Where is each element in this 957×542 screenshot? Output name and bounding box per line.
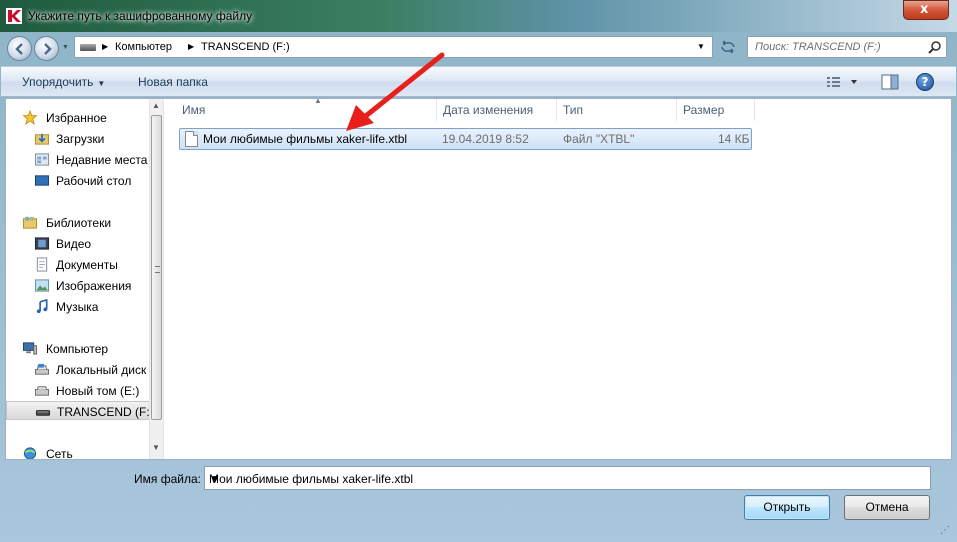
nav-item-documents[interactable]: Документы (6, 255, 151, 274)
drive-icon (80, 44, 96, 51)
computer-icon (22, 342, 38, 355)
back-arrow-icon (15, 43, 23, 55)
column-size-label: Размер (683, 103, 725, 117)
breadcrumb-separator-icon: ▶ (102, 42, 109, 51)
nav-item-pictures[interactable]: Изображения (6, 276, 151, 295)
file-type: Файл "XTBL" (563, 132, 635, 146)
refresh-icon[interactable] (716, 37, 740, 57)
filename-dropdown-icon[interactable]: ▼ (209, 472, 925, 486)
close-button[interactable]: x (903, 0, 949, 20)
breadcrumb-transcend[interactable]: TRANSCEND (F:) (201, 41, 290, 53)
cancel-button[interactable]: Отмена (844, 495, 930, 520)
close-icon: x (920, 2, 929, 17)
nav-libraries[interactable]: Библиотеки (6, 213, 151, 232)
command-bar: Упорядочить ▼ Новая папка ? (1, 66, 956, 97)
title-bar[interactable]: Укажите путь к зашифрованному файлу x (0, 0, 957, 32)
column-name-label: Имя (182, 103, 206, 117)
nav-item-label: Загрузки (56, 132, 105, 146)
resize-grip-icon[interactable]: ⋰ (940, 525, 950, 536)
red-annotation-arrow-icon (346, 52, 445, 131)
nav-item-label: Локальный диск (56, 363, 147, 377)
nav-item-label: Новый том (E:) (56, 384, 140, 398)
organize-label: Упорядочить (22, 75, 94, 89)
new-folder-label: Новая папка (138, 75, 208, 89)
navigation-pane: Избранное Загрузки Недавние места Рабочи… (6, 99, 151, 459)
nav-item-label: Музыка (56, 300, 99, 314)
open-button[interactable]: Открыть (744, 495, 830, 520)
video-icon (34, 237, 50, 250)
nav-item-label: Изображения (56, 279, 132, 293)
nav-item-label: TRANSCEND (F:) (57, 405, 151, 419)
search-icon[interactable] (928, 40, 942, 54)
nav-libraries-label: Библиотеки (46, 216, 112, 230)
nav-item-label: Видео (56, 237, 92, 251)
nav-scrollbar[interactable]: ▲ ▼ (149, 99, 163, 459)
network-icon (23, 447, 37, 459)
nav-item-label: Документы (56, 258, 118, 272)
dialog-window: Укажите путь к зашифрованному файлу x ▼ … (0, 0, 957, 542)
filename-label: Имя файла: (134, 472, 201, 486)
music-icon (36, 299, 48, 314)
breadcrumb-separator-icon: ▶ (188, 42, 195, 51)
nav-item-music[interactable]: Музыка (6, 297, 151, 316)
nav-computer-label: Компьютер (46, 342, 109, 356)
nav-item-transcend[interactable]: TRANSCEND (F:) (6, 401, 151, 420)
pictures-icon (34, 279, 50, 292)
libraries-icon (22, 216, 38, 229)
sort-ascending-icon: ▲ (314, 96, 322, 105)
usb-drive-icon (35, 410, 51, 416)
downloads-folder-icon (34, 133, 50, 145)
chevron-down-icon: ▼ (97, 79, 106, 88)
column-type[interactable]: Тип (557, 99, 677, 121)
file-size: 14 КБ (718, 132, 750, 146)
preview-pane-icon[interactable] (881, 74, 899, 90)
nav-item-desktop[interactable]: Рабочий стол (6, 171, 151, 190)
file-icon (185, 131, 198, 147)
search-placeholder: Поиск: TRANSCEND (F:) (755, 41, 881, 53)
kaspersky-logo-icon (6, 8, 22, 24)
filename-input[interactable]: Мои любимые фильмы xaker-life.xtbl ▼ (204, 466, 931, 490)
help-icon[interactable]: ? (916, 73, 934, 91)
address-dropdown-icon[interactable]: ▼ (697, 42, 705, 51)
documents-icon (36, 257, 48, 272)
nav-item-new-volume[interactable]: Новый том (E:) (6, 381, 151, 400)
nav-favorites-label: Избранное (46, 111, 107, 125)
recent-places-icon (34, 153, 50, 166)
new-folder-button[interactable]: Новая папка (138, 75, 208, 89)
nav-network-label: Сеть (46, 447, 73, 459)
column-type-label: Тип (563, 103, 584, 117)
nav-item-local-disk[interactable]: Локальный диск (6, 360, 151, 379)
scrollbar-thumb[interactable] (151, 115, 162, 420)
search-box[interactable]: Поиск: TRANSCEND (F:) (747, 36, 947, 58)
change-view-icon[interactable] (827, 74, 861, 90)
file-list: ▲ Имя Дата изменения Тип Размер Мои люби… (164, 52, 951, 459)
scroll-down-icon[interactable]: ▼ (152, 443, 160, 452)
forward-button[interactable] (34, 36, 59, 61)
recent-pages-chevron-icon[interactable]: ▼ (62, 44, 69, 51)
scroll-up-icon[interactable]: ▲ (152, 101, 160, 110)
nav-item-video[interactable]: Видео (6, 234, 151, 253)
star-icon (22, 110, 38, 125)
grip-icon (155, 266, 160, 273)
nav-item-label: Рабочий стол (56, 174, 132, 188)
nav-item-downloads[interactable]: Загрузки (6, 129, 151, 148)
nav-favorites[interactable]: Избранное (6, 108, 151, 127)
organize-button[interactable]: Упорядочить ▼ (22, 75, 105, 89)
forward-arrow-icon (44, 43, 52, 55)
column-size[interactable]: Размер (677, 99, 755, 121)
file-row[interactable]: Мои любимые фильмы xaker-life.xtbl 19.04… (179, 128, 752, 150)
nav-computer[interactable]: Компьютер (6, 339, 151, 358)
breadcrumb-computer[interactable]: Компьютер (115, 41, 172, 53)
nav-item-recent-places[interactable]: Недавние места (6, 150, 151, 169)
nav-network[interactable]: Сеть (6, 444, 151, 459)
local-disk-icon (34, 363, 50, 375)
dialog-content: Избранное Загрузки Недавние места Рабочи… (5, 52, 952, 460)
window-title: Укажите путь к зашифрованному файлу (28, 9, 253, 23)
nav-item-label: Недавние места (56, 153, 148, 167)
back-button[interactable] (7, 36, 32, 61)
drive-icon (34, 386, 50, 396)
desktop-icon (34, 175, 50, 186)
